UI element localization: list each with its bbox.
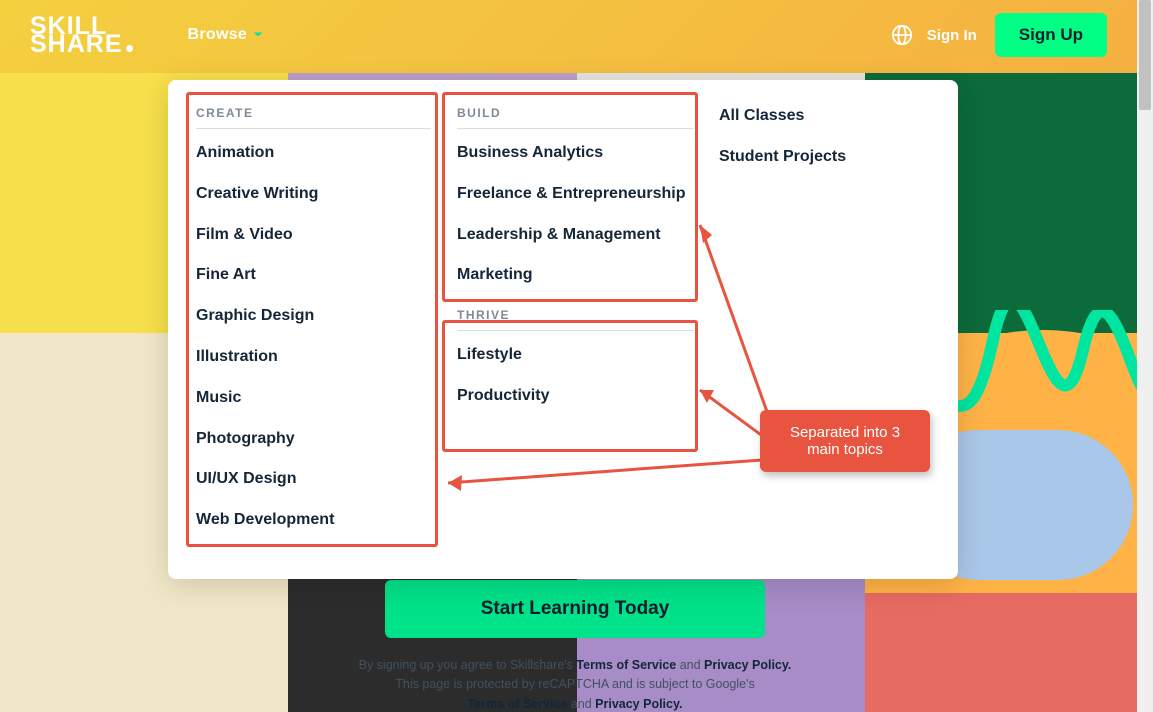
category-link[interactable]: Photography [196, 429, 431, 450]
category-link[interactable]: Business Analytics [457, 143, 693, 164]
category-heading-thrive: THRIVE [457, 308, 693, 331]
category-link[interactable]: Lifestyle [457, 345, 693, 366]
start-learning-button[interactable]: Start Learning Today [385, 580, 765, 638]
browse-menu-trigger[interactable]: Browse [188, 26, 264, 44]
legal-text: By signing up you agree to Skillshare's … [330, 656, 820, 712]
browse-dropdown: CREATE Animation Creative Writing Film &… [168, 80, 958, 579]
chevron-down-icon [253, 30, 263, 40]
browse-label: Browse [188, 26, 248, 44]
category-link[interactable]: UI/UX Design [196, 469, 431, 490]
category-link[interactable]: Music [196, 388, 431, 409]
category-link[interactable]: Creative Writing [196, 184, 431, 205]
category-link[interactable]: Illustration [196, 347, 431, 368]
category-link[interactable]: Leadership & Management [457, 225, 693, 246]
google-privacy-link[interactable]: Privacy Policy. [595, 697, 682, 711]
category-group-build: BUILD Business Analytics Freelance & Ent… [457, 106, 693, 286]
category-link[interactable]: Web Development [196, 510, 431, 531]
scrollbar-thumb[interactable] [1139, 0, 1151, 110]
tos-link[interactable]: Terms of Service [576, 658, 676, 672]
google-tos-link[interactable]: Terms of Service [468, 697, 568, 711]
category-link[interactable]: Productivity [457, 386, 693, 407]
category-link[interactable]: Animation [196, 143, 431, 164]
all-classes-link[interactable]: All Classes [719, 106, 899, 127]
privacy-link[interactable]: Privacy Policy. [704, 658, 791, 672]
category-link[interactable]: Fine Art [196, 265, 431, 286]
sign-in-link[interactable]: Sign In [927, 27, 977, 44]
globe-icon [891, 24, 913, 46]
category-link[interactable]: Film & Video [196, 225, 431, 246]
category-heading-create: CREATE [196, 106, 431, 129]
student-projects-link[interactable]: Student Projects [719, 147, 899, 168]
language-selector[interactable] [891, 24, 913, 46]
site-header: SKiLL sHare Browse Sign In Sign Up [0, 0, 1137, 70]
scrollbar[interactable] [1137, 0, 1153, 712]
category-group-create: CREATE Animation Creative Writing Film &… [196, 106, 431, 531]
annotation-callout: Separated into 3 main topics [760, 410, 930, 472]
category-link[interactable]: Graphic Design [196, 306, 431, 327]
category-heading-build: BUILD [457, 106, 693, 129]
category-link[interactable]: Marketing [457, 265, 693, 286]
logo-line2: sHare [30, 35, 133, 53]
annotation-callout-text: Separated into 3 main topics [790, 424, 900, 458]
category-group-thrive: THRIVE Lifestyle Productivity [457, 308, 693, 407]
sign-up-button[interactable]: Sign Up [995, 13, 1107, 57]
logo[interactable]: SKiLL sHare [30, 17, 133, 53]
category-link[interactable]: Freelance & Entrepreneurship [457, 184, 693, 205]
